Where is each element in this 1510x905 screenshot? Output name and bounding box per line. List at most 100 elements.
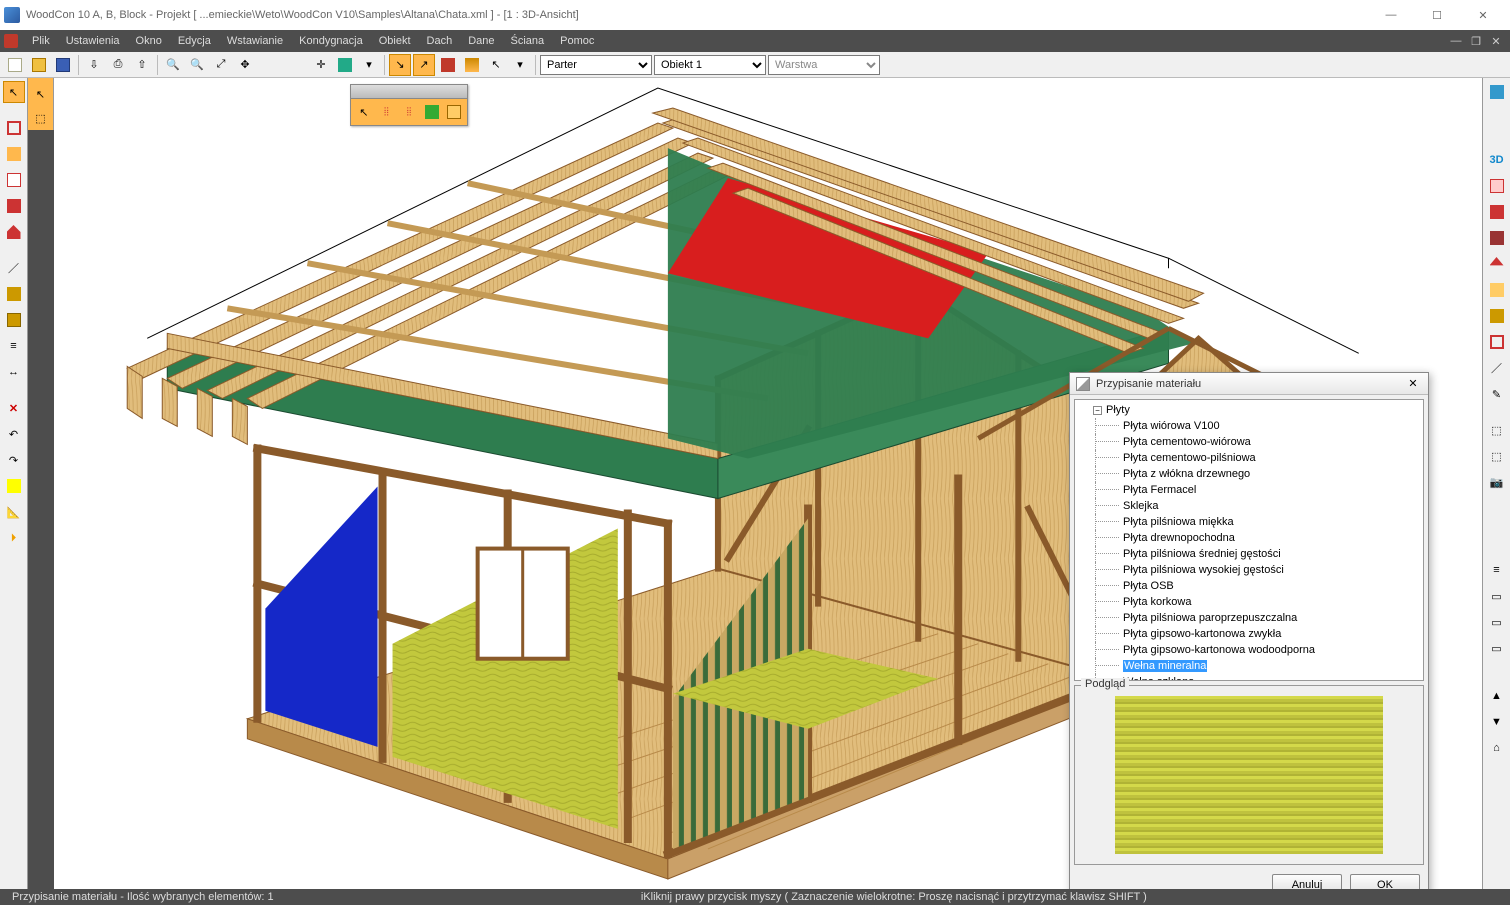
tool1-icon[interactable]: ↘ [389,54,411,76]
import-icon[interactable]: ⇩ [83,54,105,76]
rail-tool-icon[interactable]: ≡ [3,335,25,357]
3d-viewport[interactable]: ↖ ⦙⦙ ⦙⦙ [54,78,1482,889]
ft-grid2-icon[interactable]: ⦙⦙ [398,101,420,123]
sub-select-icon[interactable]: ⬚ [30,107,52,129]
save-file-icon[interactable] [52,54,74,76]
tool3-icon[interactable] [437,54,459,76]
layers1-icon[interactable]: ≡ [1486,559,1508,581]
minimize-button[interactable]: — [1368,0,1414,30]
zoom-fit-icon[interactable]: ⤢ [210,54,232,76]
plank-tool-icon[interactable] [3,283,25,305]
delete-tool-icon[interactable]: ✕ [3,397,25,419]
view-tex-icon[interactable] [1486,227,1508,249]
dropdown-icon[interactable]: ▾ [358,54,380,76]
menu-dane[interactable]: Dane [460,33,502,49]
cube-icon[interactable] [334,54,356,76]
view-shade-icon[interactable] [1486,201,1508,223]
redo-tool-icon[interactable]: ↷ [3,449,25,471]
cancel-button[interactable]: Anuluj [1272,874,1342,889]
tool4-icon[interactable] [461,54,483,76]
nav-home-icon[interactable]: ⌂ [1486,737,1508,759]
menu-ściana[interactable]: Ściana [503,33,553,49]
tree-item[interactable]: Płyta korkowa [1075,594,1423,610]
menu-okno[interactable]: Okno [128,33,170,49]
new-file-icon[interactable] [4,54,26,76]
camera-icon[interactable]: 📷 [1486,471,1508,493]
tree-item[interactable]: Płyta gipsowo-kartonowa zwykła [1075,626,1423,642]
layers3-icon[interactable]: ▭ [1486,611,1508,633]
select-all-icon[interactable]: ⬚ [1486,419,1508,441]
menu-edycja[interactable]: Edycja [170,33,219,49]
mdi-restore-button[interactable]: ❐ [1467,33,1485,49]
object-select[interactable]: Obiekt 1 [654,55,766,75]
fill-tool-icon[interactable] [3,195,25,217]
tree-item[interactable]: Płyta z włókna drzewnego [1075,466,1423,482]
menu-obiekt[interactable]: Obiekt [371,33,419,49]
tree-item[interactable]: Płyta OSB [1075,578,1423,594]
dim-tool-icon[interactable]: ↔ [3,361,25,383]
ft-paint-icon[interactable] [421,101,443,123]
dialog-close-button[interactable]: ✕ [1404,376,1422,392]
measure-tool-icon[interactable]: 📐 [3,501,25,523]
highlight-tool-icon[interactable] [3,475,25,497]
ft-pointer-icon[interactable]: ↖ [353,101,375,123]
mdi-minimize-button[interactable]: — [1447,33,1465,49]
tool2-icon[interactable]: ↗ [413,54,435,76]
maximize-button[interactable]: ☐ [1414,0,1460,30]
print-icon[interactable]: ⎙ [107,54,129,76]
floating-toolbar-grip[interactable] [351,85,467,99]
house-tool-icon[interactable] [3,221,25,243]
view-3d-icon[interactable]: 3D [1486,149,1508,171]
export-icon[interactable]: ⇧ [131,54,153,76]
tree-item[interactable]: Płyta wiórowa V100 [1075,418,1423,434]
tree-item[interactable]: Wełna mineralna [1075,658,1423,674]
view-home-icon[interactable] [1486,81,1508,103]
tool5-icon[interactable]: ▾ [509,54,531,76]
grid-tool-icon[interactable] [3,143,25,165]
open-file-icon[interactable] [28,54,50,76]
view-frame-icon[interactable] [1486,331,1508,353]
view-roof-icon[interactable] [1486,253,1508,275]
view-beam-icon[interactable]: ／ [1486,357,1508,379]
tree-item[interactable]: Płyta pilśniowa wysokiej gęstości [1075,562,1423,578]
dialog-titlebar[interactable]: Przypisanie materiału ✕ [1070,373,1428,395]
zoom-out-icon[interactable]: 🔍 [186,54,208,76]
ok-button[interactable]: OK [1350,874,1420,889]
menu-pomoc[interactable]: Pomoc [552,33,602,49]
tree-item[interactable]: Płyta cementowo-wiórowa [1075,434,1423,450]
mdi-close-button[interactable]: ✕ [1487,33,1505,49]
menu-ustawienia[interactable]: Ustawienia [58,33,128,49]
tree-item[interactable]: Płyta pilśniowa paroprzepuszczalna [1075,610,1423,626]
layers2-icon[interactable]: ▭ [1486,585,1508,607]
material-tree[interactable]: −Płyty Płyta wiórowa V100Płyta cementowo… [1074,399,1424,681]
sub-pointer-icon[interactable]: ↖ [30,83,52,105]
view-wire-icon[interactable] [1486,175,1508,197]
tree-root[interactable]: −Płyty [1075,402,1423,418]
nav-up-icon[interactable]: ▲ [1486,685,1508,707]
layer-select[interactable]: Warstwa [768,55,880,75]
menu-kondygnacja[interactable]: Kondygnacja [291,33,371,49]
play-tool-icon[interactable]: ⏵ [3,527,25,549]
ft-grid1-icon[interactable]: ⦙⦙ [376,101,398,123]
tree-item[interactable]: Płyta pilśniowa średniej gęstości [1075,546,1423,562]
view-floor-icon[interactable] [1486,305,1508,327]
pan-icon[interactable]: ✥ [234,54,256,76]
menu-wstawianie[interactable]: Wstawianie [219,33,291,49]
tree-item[interactable]: Płyta pilśniowa miękka [1075,514,1423,530]
board-tool-icon[interactable] [3,309,25,331]
menu-plik[interactable]: Plik [24,33,58,49]
tree-item[interactable]: Sklejka [1075,498,1423,514]
tree-item[interactable]: Płyta drewnopochodna [1075,530,1423,546]
floor-select[interactable]: Parter [540,55,652,75]
select-tool-icon[interactable]: ↖ [3,81,25,103]
ft-panel-icon[interactable] [443,101,465,123]
view-edit-icon[interactable]: ✎ [1486,383,1508,405]
beam-tool-icon[interactable]: ／ [3,257,25,279]
nav-down-icon[interactable]: ▼ [1486,711,1508,733]
menu-dach[interactable]: Dach [419,33,461,49]
axis-icon[interactable]: ✛ [310,54,332,76]
window-tool-icon[interactable] [3,169,25,191]
zoom-in-icon[interactable]: 🔍 [162,54,184,76]
view-walls-icon[interactable] [1486,279,1508,301]
floating-toolbar[interactable]: ↖ ⦙⦙ ⦙⦙ [350,84,468,126]
